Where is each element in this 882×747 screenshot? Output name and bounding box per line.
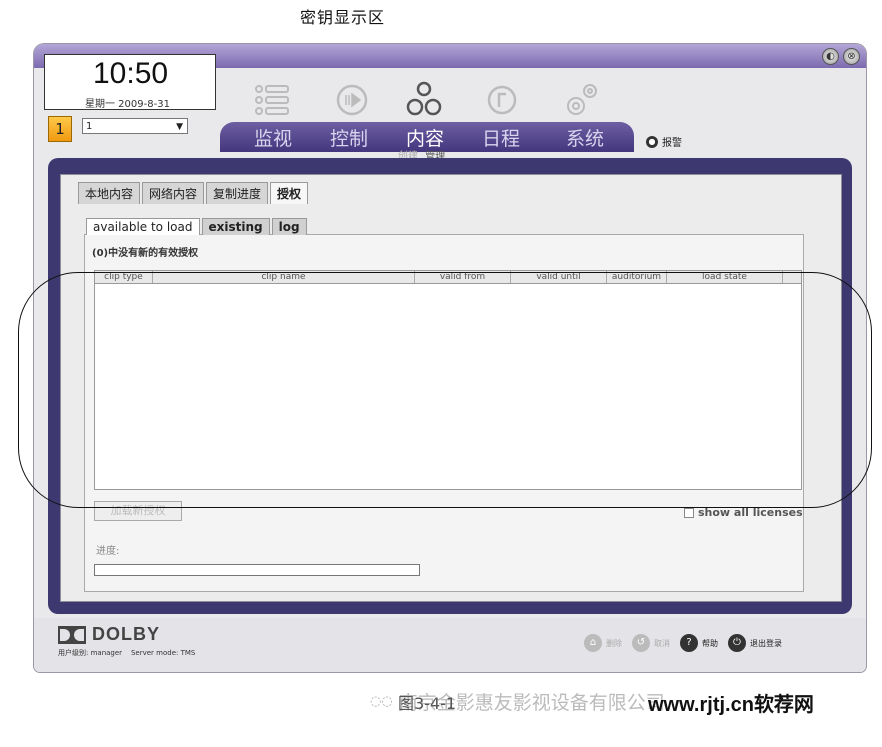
channel-badge[interactable]: 1 (48, 116, 72, 142)
show-all-checkbox[interactable] (684, 507, 694, 518)
delete-icon: ⌂ (584, 634, 602, 652)
dolby-brand: DOLBY (92, 624, 160, 644)
help-label: 帮助 (702, 638, 718, 648)
close-icon[interactable]: ⊗ (843, 48, 860, 65)
tab-available-to-load[interactable]: available to load (86, 218, 200, 235)
tab-schedule[interactable]: 日程 (482, 124, 520, 151)
channel-select[interactable]: 1 ▼ (82, 118, 188, 134)
alarm-icon: ● (646, 135, 658, 148)
delete-button[interactable]: ⌂ 删除 (584, 634, 622, 652)
cancel-icon: ↺ (632, 634, 650, 652)
tab-network-content[interactable]: 网络内容 (142, 182, 205, 204)
figure-caption: 图3-4-1 (398, 694, 457, 713)
progress-label: 进度: (96, 546, 120, 557)
tab-system[interactable]: 系统 (566, 124, 604, 151)
license-subtabs: available to load existing log (86, 218, 307, 235)
minimize-icon[interactable]: ◐ (822, 48, 839, 65)
annotation-title: 密钥显示区 (300, 8, 386, 27)
tab-monitor[interactable]: 监视 (254, 124, 292, 151)
footer-buttons: ⌂ 删除 ↺ 取消 ? 帮助 ⏻ 退出登录 (584, 634, 782, 652)
content-nodes-icon[interactable] (404, 80, 444, 120)
content-tabs: 本地内容 网络内容 复制进度 授权 (78, 182, 309, 204)
schedule-icon[interactable] (482, 80, 522, 120)
tab-local-content[interactable]: 本地内容 (78, 182, 141, 204)
tab-copy-progress[interactable]: 复制进度 (206, 182, 269, 204)
help-button[interactable]: ? 帮助 (680, 634, 718, 652)
user-name: manager (90, 649, 123, 657)
server-mode: Server mode: TMS (130, 649, 196, 657)
list-icon[interactable] (252, 80, 292, 120)
alarm-button[interactable]: ● 报警 (646, 134, 682, 149)
clock-date: 星期一 2009-8-31 (85, 99, 170, 110)
cancel-button[interactable]: ↺ 取消 (632, 634, 670, 652)
dolby-mark-icon (58, 625, 86, 644)
logout-button[interactable]: ⏻ 退出登录 (728, 634, 782, 652)
license-notice: (0)中没有新的有效授权 (92, 248, 199, 259)
clock-display: 10:50 星期一 2009-8-31 (44, 54, 216, 110)
cancel-label: 取消 (654, 638, 670, 648)
window-controls: ◐ ⊗ (822, 48, 860, 65)
settings-gears-icon[interactable] (562, 80, 602, 120)
help-icon: ? (680, 634, 698, 652)
logout-icon: ⏻ (728, 634, 746, 652)
alarm-label: 报警 (662, 138, 682, 149)
delete-label: 删除 (606, 638, 622, 648)
chevron-down-icon: ▼ (176, 122, 183, 132)
key-display-highlight (18, 272, 872, 508)
channel-select-value: 1 (86, 121, 93, 132)
nav-icons (252, 80, 632, 120)
dolby-logo: DOLBY (58, 624, 160, 645)
clock-time: 10:50 (93, 57, 169, 90)
tab-log[interactable]: log (271, 218, 307, 235)
logout-label: 退出登录 (750, 638, 782, 648)
watermark-url: www.rjtj.cn软荐网 (648, 694, 814, 716)
user-level-label: 用户级别: (58, 649, 89, 657)
tab-existing[interactable]: existing (201, 218, 270, 235)
progress-bar (94, 564, 420, 576)
tab-control[interactable]: 控制 (330, 124, 368, 151)
tab-licenses[interactable]: 授权 (270, 182, 309, 204)
user-info: 用户级别: manager Server mode: TMS (58, 648, 195, 658)
wechat-icon: ◌◌ (370, 694, 393, 709)
play-control-icon[interactable] (332, 80, 372, 120)
